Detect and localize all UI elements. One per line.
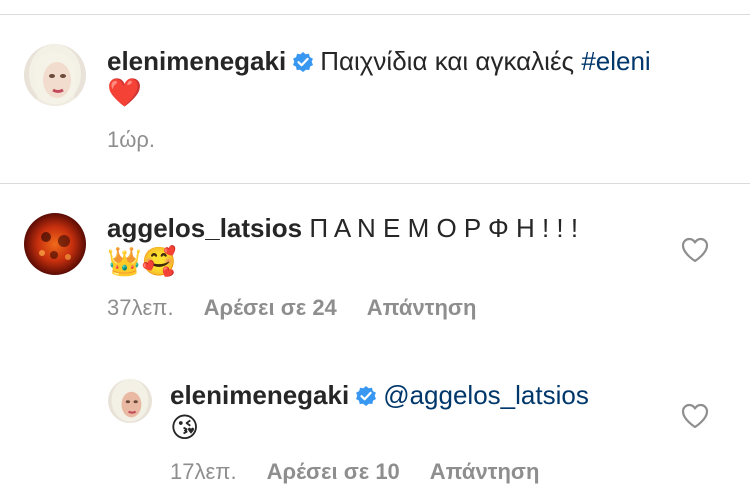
reply-reply-button[interactable]: Απάντηση [430, 459, 540, 484]
like-button[interactable] [681, 237, 709, 263]
caption-time: 1ώρ. [107, 127, 156, 152]
comment-text: aggelos_latsios Π Α Ν Ε Μ Ο Ρ Φ Η ! ! ! [107, 211, 578, 245]
caption-emoji: ❤️ [107, 77, 142, 108]
comment-emoji: 👑🥰 [107, 246, 177, 277]
reply-mention[interactable]: @aggelos_latsios [383, 380, 589, 410]
reply-text: elenimenegaki @aggelos_latsios [170, 378, 589, 415]
caption-username[interactable]: elenimenegaki [107, 46, 286, 76]
caption-hashtag[interactable]: #eleni [581, 46, 650, 76]
caption-divider [0, 183, 750, 184]
caption-body: Παιχνίδια και αγκαλιές [320, 46, 575, 76]
comment-likes[interactable]: Αρέσει σε 24 [204, 295, 337, 320]
avatar-elenimenegaki-reply[interactable] [108, 379, 152, 423]
caption-meta: 1ώρ. [107, 127, 185, 153]
reply-time: 17λεπ. [170, 459, 237, 484]
reply-meta: 17λεπ. Αρέσει σε 10 Απάντηση [170, 459, 569, 485]
reply-like-button[interactable] [681, 403, 709, 429]
reply-emoji: 😘 [170, 412, 200, 443]
top-divider [0, 14, 750, 15]
comment-reply-button[interactable]: Απάντηση [367, 295, 477, 320]
heart-outline-icon [681, 237, 709, 263]
comment-meta: 37λεπ. Αρέσει σε 24 Απάντηση [107, 295, 506, 321]
heart-outline-icon [681, 403, 709, 429]
verified-badge-icon [355, 381, 377, 415]
caption-text: elenimenegaki Παιχνίδια και αγκαλιές #ele… [107, 44, 651, 81]
avatar-elenimenegaki[interactable] [24, 44, 86, 106]
reply-username[interactable]: elenimenegaki [170, 380, 349, 410]
comment-username[interactable]: aggelos_latsios [107, 213, 302, 243]
comment-body: Π Α Ν Ε Μ Ο Ρ Φ Η ! ! ! [309, 213, 579, 243]
verified-badge-icon [292, 47, 314, 81]
comment-time: 37λεπ. [107, 295, 174, 320]
avatar-aggelos-latsios[interactable] [24, 213, 86, 275]
reply-likes[interactable]: Αρέσει σε 10 [267, 459, 400, 484]
